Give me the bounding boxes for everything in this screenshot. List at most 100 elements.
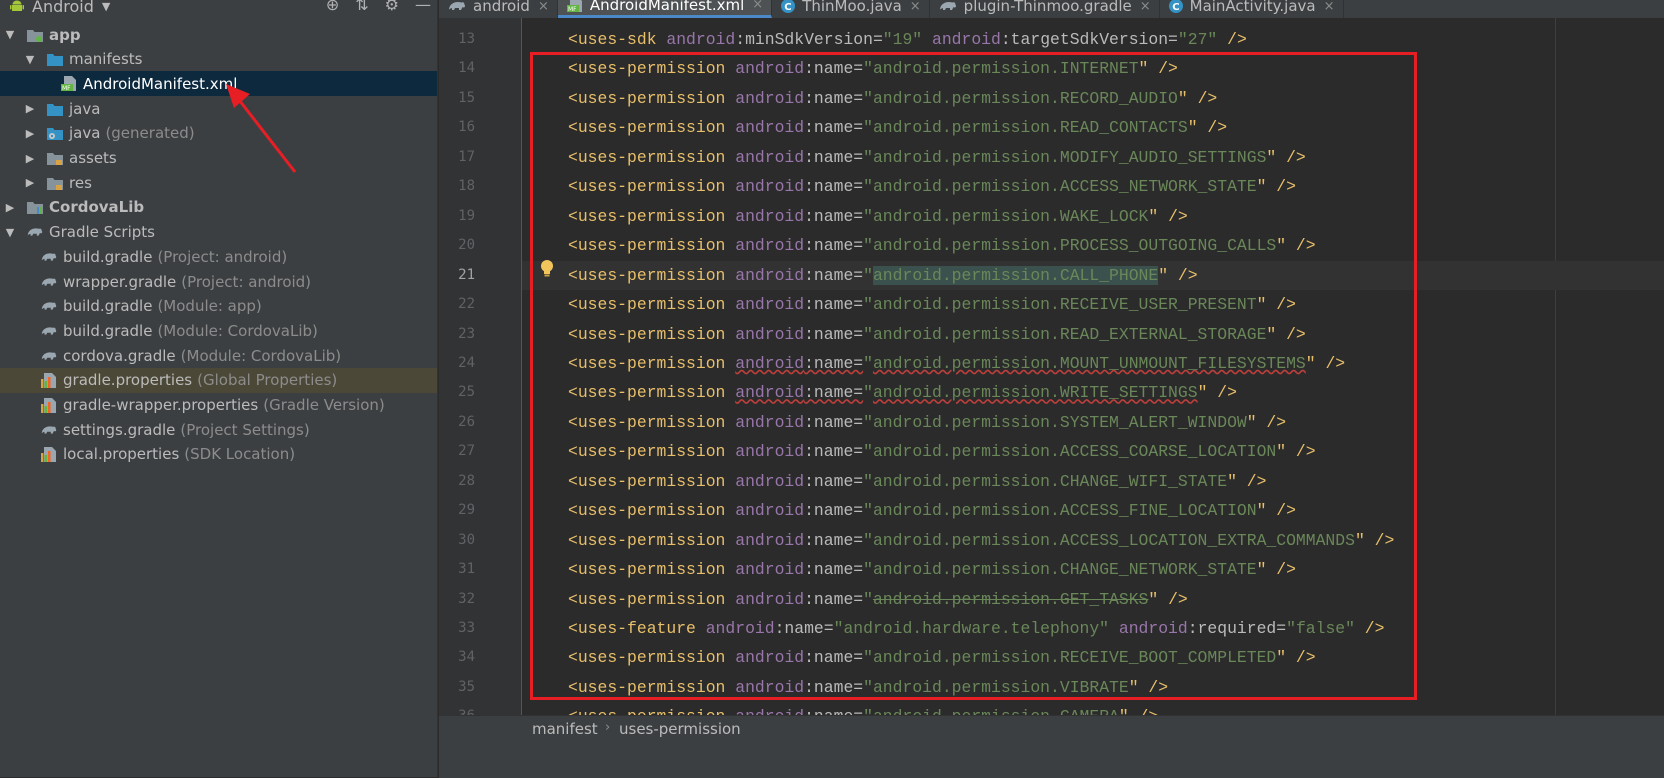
chevron-right-icon[interactable]: ▶ — [24, 152, 36, 165]
tree-item[interactable]: build.gradle (Project: android) — [0, 244, 437, 269]
close-icon[interactable]: × — [910, 0, 921, 14]
tree-item[interactable]: gradle-wrapper.properties (Gradle Version… — [0, 393, 437, 418]
line-number: 18 — [458, 178, 475, 195]
xml-attribute-value: "27" — [1177, 30, 1218, 49]
tab-label: plugin-Thinmoo.gradle — [963, 0, 1132, 15]
properties-file-icon — [40, 372, 58, 388]
java-class-icon: C — [1168, 0, 1184, 14]
tree-item[interactable]: build.gradle (Module: app) — [0, 294, 437, 319]
xml-attribute: :name= — [804, 707, 863, 715]
chevron-right-icon[interactable]: ▶ — [24, 176, 36, 189]
gradle-file-icon — [938, 0, 958, 13]
line-number: 30 — [458, 531, 475, 548]
tree-item-hint: (generated) — [105, 124, 195, 143]
code-line[interactable]: <uses-permission android:name="android.p… — [568, 702, 1158, 715]
svg-text:MF: MF — [568, 6, 577, 13]
dropdown-arrow-icon[interactable]: ▼ — [102, 0, 110, 13]
close-icon[interactable]: × — [752, 0, 763, 12]
code-line[interactable]: <uses-sdk android:minSdkVersion="19" and… — [568, 25, 1247, 54]
tree-item[interactable]: wrapper.gradle (Project: android) — [0, 269, 437, 294]
line-number: 13 — [458, 31, 475, 47]
close-icon[interactable]: × — [1324, 0, 1335, 14]
tree-item[interactable]: build.gradle (Module: CordovaLib) — [0, 318, 437, 343]
line-number: 35 — [458, 678, 475, 695]
tree-item-label: res — [69, 173, 92, 192]
project-view-header[interactable]: Android ▼ ⊕ ⇅ ⚙ — — [0, 0, 437, 17]
tree-item-hint: (Module: app) — [157, 297, 262, 316]
tab-label: MainActivity.java — [1189, 0, 1316, 15]
library-module-icon — [26, 199, 44, 215]
chevron-right-icon[interactable]: ▶ — [4, 201, 16, 214]
tab-mainactivity-java[interactable]: C MainActivity.java × — [1160, 0, 1344, 18]
tree-item-hint: (Global Properties) — [197, 371, 338, 390]
svg-text:MF: MF — [62, 85, 71, 92]
gear-icon[interactable]: ⚙ — [385, 0, 399, 14]
xml-namespace: android — [931, 30, 1001, 49]
line-number-gutter[interactable]: 13 14 15 16 17 18 19 20 21 22 23 24 25 26 27 28 29 30 31 32… — [439, 18, 522, 715]
tab-thinmoo-java[interactable]: C ThinMoo.java × — [772, 0, 930, 18]
tree-item[interactable]: ▼ Gradle Scripts — [0, 220, 437, 245]
tree-item-label: AndroidManifest.xml — [83, 74, 238, 93]
tree-item[interactable]: ▼ app — [0, 22, 437, 47]
tree-item-label: build.gradle — [63, 297, 153, 316]
breadcrumb-item-manifest[interactable]: manifest — [532, 720, 598, 738]
line-number: 16 — [458, 119, 475, 136]
tree-item[interactable]: ▼ manifests — [0, 47, 437, 72]
tree-item-label: gradle.properties — [63, 371, 193, 390]
tree-item[interactable]: ▶ assets — [0, 146, 437, 171]
hide-panel-icon[interactable]: — — [415, 0, 431, 14]
tree-item-label: build.gradle — [63, 321, 153, 340]
tree-item-hint: (SDK Location) — [184, 445, 296, 464]
locate-file-icon[interactable]: ⊕ — [326, 0, 339, 14]
tree-item-label: app — [49, 25, 81, 44]
tree-item-label: build.gradle — [63, 247, 153, 266]
tree-item[interactable]: ▶ CordovaLib — [0, 195, 437, 220]
xml-namespace: android — [666, 30, 736, 49]
tree-item[interactable]: local.properties (SDK Location) — [0, 442, 437, 467]
properties-file-icon — [40, 446, 58, 462]
collapse-all-icon[interactable]: ⇅ — [355, 0, 368, 14]
tab-androidmanifest-xml[interactable]: MF AndroidManifest.xml × — [557, 0, 773, 18]
tree-item-hint: (Project Settings) — [180, 420, 310, 439]
tree-item[interactable]: MF AndroidManifest.xml — [0, 71, 437, 97]
manifest-file-icon: MF — [566, 0, 584, 13]
line-number: 24 — [458, 354, 475, 371]
chevron-down-icon[interactable]: ▼ — [24, 53, 36, 66]
chevron-right-icon[interactable]: ▶ — [24, 102, 36, 115]
xml-tag-end: " /> — [1119, 707, 1158, 715]
tree-item-label: java — [69, 99, 101, 118]
close-icon[interactable]: × — [538, 0, 549, 14]
project-view-title[interactable]: Android — [32, 0, 94, 16]
gradle-file-icon — [40, 298, 58, 314]
tree-item[interactable]: cordova.gradle (Module: CordovaLib) — [0, 343, 437, 368]
line-number: 23 — [458, 325, 475, 342]
module-folder-icon — [26, 27, 44, 43]
tab-android[interactable]: android × — [439, 0, 558, 18]
gradle-file-icon — [447, 0, 467, 13]
tree-item-label: Gradle Scripts — [49, 223, 155, 242]
tree-item[interactable]: gradle.properties (Global Properties) — [0, 367, 437, 393]
chevron-down-icon[interactable]: ▼ — [4, 226, 16, 239]
xml-attribute: :minSdkVersion= — [735, 30, 883, 49]
line-number: 31 — [458, 561, 475, 578]
breadcrumb-item-uses-permission[interactable]: uses-permission — [619, 720, 741, 738]
line-number: 20 — [458, 237, 475, 254]
tree-item-label: settings.gradle — [63, 420, 176, 439]
tree-item[interactable]: ▶ java — [0, 96, 437, 121]
tree-item[interactable]: ▶ res — [0, 170, 437, 195]
close-icon[interactable]: × — [1140, 0, 1151, 14]
line-number: 14 — [458, 60, 475, 77]
line-number: 29 — [458, 502, 475, 519]
chevron-down-icon[interactable]: ▼ — [4, 28, 16, 41]
chevron-right-icon[interactable]: ▶ — [24, 127, 36, 140]
tree-item[interactable]: ▶ java (generated) — [0, 121, 437, 146]
tree-item-label: gradle-wrapper.properties — [63, 396, 259, 414]
xml-tag: <uses-sdk — [568, 30, 657, 49]
tree-item-hint: (Gradle Version) — [263, 396, 385, 414]
tree-item-label: manifests — [69, 50, 143, 69]
tree-item[interactable]: settings.gradle (Project Settings) — [0, 417, 437, 442]
tab-plugin-thinmoo-gradle[interactable]: plugin-Thinmoo.gradle × — [930, 0, 1160, 18]
line-number: 21 — [458, 266, 475, 283]
gradle-file-icon — [40, 274, 58, 290]
breadcrumb-separator: › — [605, 720, 611, 735]
